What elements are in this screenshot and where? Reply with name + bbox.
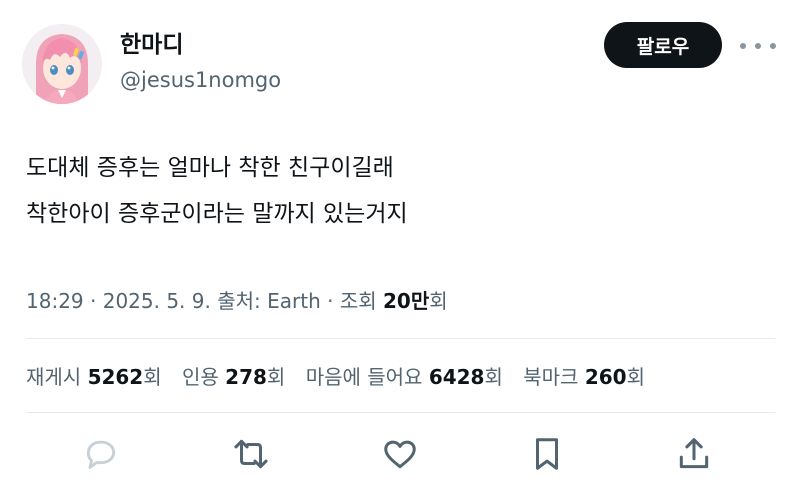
divider	[26, 338, 775, 339]
bookmarks-stat[interactable]: 북마크 260회	[523, 365, 645, 389]
bookmarks-suffix: 회	[626, 365, 645, 389]
quotes-stat[interactable]: 인용 278회	[182, 365, 285, 389]
source-label: 출처:	[210, 289, 268, 313]
views-count: 20만	[383, 289, 430, 313]
tweet-line: 도대체 증후는 얼마나 착한 친구이길래	[26, 155, 394, 181]
like-icon[interactable]	[380, 434, 420, 474]
more-options-icon[interactable]	[740, 34, 776, 58]
retweet-icon[interactable]	[231, 434, 271, 474]
avatar-image	[22, 24, 102, 104]
tweet-source[interactable]: Earth	[267, 289, 321, 313]
more-dot	[755, 43, 761, 49]
avatar[interactable]	[22, 24, 102, 104]
reply-icon[interactable]	[81, 434, 121, 474]
user-handle[interactable]: @jesus1nomgo	[120, 66, 281, 94]
likes-count: 6428	[428, 365, 485, 389]
display-name[interactable]: 한마디	[120, 30, 183, 60]
likes-stat[interactable]: 마음에 들어요 6428회	[306, 365, 503, 389]
likes-label: 마음에 들어요	[305, 365, 429, 389]
retweets-suffix: 회	[143, 365, 162, 389]
meta-separator: ·	[83, 289, 103, 313]
follow-button[interactable]: 팔로우	[604, 22, 722, 68]
views-suffix: 회	[429, 289, 448, 313]
tweet-line: 착한아이 증후군이라는 말까지 있는거지	[26, 201, 408, 227]
share-icon[interactable]	[674, 434, 714, 474]
more-dot	[740, 43, 746, 49]
quotes-suffix: 회	[266, 365, 286, 389]
retweets-stat[interactable]: 재게시 5262회	[26, 365, 162, 389]
bookmarks-label: 북마크	[523, 365, 585, 389]
tweet-time[interactable]: 18:29	[26, 289, 84, 313]
bookmarks-count: 260	[584, 365, 627, 389]
tweet-date[interactable]: 2025. 5. 9.	[103, 289, 211, 313]
more-dot	[770, 43, 776, 49]
meta-separator: ·	[320, 289, 340, 313]
views-label: 조회	[339, 289, 384, 313]
retweets-label: 재게시	[26, 365, 88, 389]
bookmark-icon[interactable]	[527, 434, 567, 474]
likes-suffix: 회	[484, 365, 503, 389]
tweet-text: 도대체 증후는 얼마나 착한 친구이길래 착한아이 증후군이라는 말까지 있는거…	[26, 145, 408, 237]
retweets-count: 5262	[87, 365, 144, 389]
quotes-count: 278	[225, 365, 267, 389]
quotes-label: 인용	[182, 365, 226, 389]
engagement-stats: 재게시 5262회 인용 278회 마음에 들어요 6428회 북마크 260회	[26, 362, 659, 392]
divider	[26, 412, 775, 413]
action-bar	[0, 430, 800, 480]
tweet-meta: 18:29 · 2025. 5. 9. 출처: Earth · 조회 20만회	[26, 286, 448, 316]
